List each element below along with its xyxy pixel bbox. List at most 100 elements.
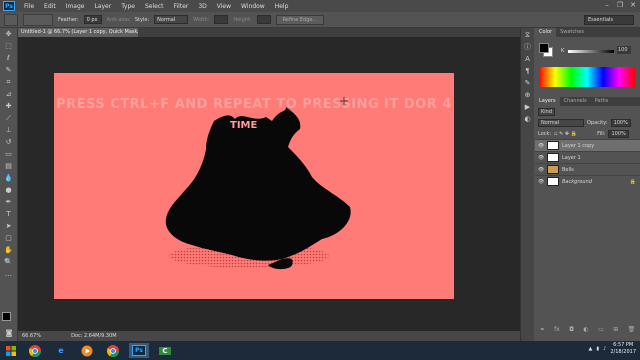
history-panel-icon[interactable]: ⧖	[523, 31, 533, 40]
visibility-eye-icon[interactable]: 👁	[538, 167, 544, 173]
brush-panel-icon[interactable]: ✎	[523, 79, 533, 88]
close-button[interactable]: ✕	[628, 1, 638, 10]
type-tool-icon[interactable]: T	[3, 209, 15, 219]
new-selection-icon[interactable]	[23, 13, 53, 26]
tab-color[interactable]: Color	[535, 28, 557, 37]
visibility-eye-icon[interactable]: 👁	[538, 179, 544, 185]
hand-tool-icon[interactable]: ✋	[3, 245, 15, 255]
camtasia-icon[interactable]: C	[155, 343, 175, 358]
link-icon[interactable]: ⚭	[540, 326, 545, 335]
menu-type[interactable]: Type	[116, 3, 140, 10]
menu-help[interactable]: Help	[270, 3, 294, 10]
layer-row[interactable]: 👁 Layer 1 copy	[535, 139, 640, 151]
folder-icon[interactable]: ▭	[598, 326, 604, 335]
menu-file[interactable]: File	[19, 3, 39, 10]
menu-window[interactable]: Window	[236, 3, 270, 10]
chrome-icon[interactable]	[25, 343, 45, 358]
pen-tool-icon[interactable]: ✒	[3, 197, 15, 207]
photoshop-taskbar-icon[interactable]: Ps	[129, 343, 149, 358]
lock-icons[interactable]: ▫ ✎ ✥ 🔒	[554, 131, 594, 137]
trash-icon[interactable]: 🗑	[628, 326, 636, 335]
quick-select-tool-icon[interactable]: ✎	[3, 65, 15, 75]
path-select-tool-icon[interactable]: ➤	[3, 221, 15, 231]
menu-select[interactable]: Select	[140, 3, 169, 10]
actions-panel-icon[interactable]: ▶	[523, 103, 533, 112]
foreground-color-swatch[interactable]	[2, 312, 11, 321]
document-canvas[interactable]: PRESS CTRL+F AND REPEAT TO PRESSING IT D…	[54, 73, 454, 299]
menu-image[interactable]: Image	[61, 3, 90, 10]
more-tools-icon[interactable]: …	[3, 269, 15, 279]
canvas-area[interactable]: PRESS CTRL+F AND REPEAT TO PRESSING IT D…	[18, 37, 520, 331]
anti-alias-checkbox[interactable]: Anti-alias	[107, 17, 130, 23]
quick-mask-icon[interactable]: ◙	[3, 328, 15, 338]
dodge-tool-icon[interactable]: ●	[3, 185, 15, 195]
adjustment-icon[interactable]: ◐	[583, 326, 588, 335]
layer-filter-select[interactable]: Kind	[538, 107, 556, 116]
refine-edge-button[interactable]: Refine Edge...	[275, 14, 325, 25]
network-icon[interactable]: ▮	[596, 346, 599, 352]
panel-foreground-swatch[interactable]	[539, 43, 549, 53]
menu-filter[interactable]: Filter	[169, 3, 194, 10]
tab-swatches[interactable]: Swatches	[556, 28, 588, 37]
minimize-button[interactable]: –	[602, 1, 612, 10]
fx-icon[interactable]: fx	[554, 326, 560, 335]
paragraph-panel-icon[interactable]: ¶	[523, 67, 533, 76]
marquee-tool-icon[interactable]: ⬚	[3, 41, 15, 51]
healing-tool-icon[interactable]: ✚	[3, 101, 15, 111]
menu-layer[interactable]: Layer	[89, 3, 116, 10]
windows-start-icon[interactable]	[0, 341, 22, 360]
zoom-level[interactable]: 66.67%	[22, 333, 41, 339]
opacity-input[interactable]: 100%	[610, 118, 631, 127]
marquee-tool-preset-icon[interactable]	[4, 13, 18, 26]
clone-stamp-tool-icon[interactable]: ⊥	[3, 125, 15, 135]
layer-row[interactable]: 👁 Background 🔒	[535, 175, 640, 187]
height-input[interactable]	[256, 15, 271, 24]
adjustments-panel-icon[interactable]: ◐	[523, 115, 533, 124]
brush-tool-icon[interactable]: ⟋	[3, 113, 15, 123]
blur-tool-icon[interactable]: 💧	[3, 173, 15, 183]
move-tool-icon[interactable]: ✥	[3, 29, 15, 39]
lasso-tool-icon[interactable]: ℓ	[3, 53, 15, 63]
chrome-secondary-icon[interactable]	[103, 343, 123, 358]
mask-icon[interactable]: ◘	[569, 326, 574, 335]
layer-row[interactable]: 👁 Layer 1	[535, 151, 640, 163]
layer-row[interactable]: 👁 Bells	[535, 163, 640, 175]
clock[interactable]: 6:57 PM 2/18/2017	[610, 342, 636, 356]
tray-arrow-icon[interactable]: ▲	[589, 346, 593, 352]
internet-explorer-icon[interactable]: e	[51, 343, 71, 358]
menu-3d[interactable]: 3D	[193, 3, 211, 10]
width-input[interactable]	[214, 15, 229, 24]
visibility-eye-icon[interactable]: 👁	[538, 143, 544, 149]
eraser-tool-icon[interactable]: ▭	[3, 149, 15, 159]
feather-input[interactable]: 0 px	[83, 15, 102, 24]
k-channel-slider[interactable]	[568, 50, 614, 53]
history-brush-tool-icon[interactable]: ↺	[3, 137, 15, 147]
workspace-select[interactable]: Essentials	[584, 15, 634, 25]
style-select[interactable]: Normal	[154, 15, 189, 24]
gradient-tool-icon[interactable]: ▤	[3, 161, 15, 171]
visibility-eye-icon[interactable]: 👁	[538, 155, 544, 161]
crop-tool-icon[interactable]: ⌗	[3, 77, 15, 87]
document-tab[interactable]: Untitled-1 @ 66.7% (Layer 1 copy, Quick …	[18, 28, 138, 37]
tab-channels[interactable]: Channels	[560, 97, 591, 106]
menu-edit[interactable]: Edit	[39, 3, 61, 10]
maximize-button[interactable]: ❐	[615, 1, 625, 10]
volume-icon[interactable]: ♪	[603, 346, 606, 352]
tab-paths[interactable]: Paths	[591, 97, 613, 106]
properties-panel-icon[interactable]: ⓘ	[523, 43, 533, 52]
right-panels: Color Swatches K 100 Layers Channels Pat…	[535, 28, 640, 341]
tab-layers[interactable]: Layers	[535, 97, 560, 106]
document-size[interactable]: Doc: 2.64M/9.30M	[71, 333, 117, 339]
character-panel-icon[interactable]: A	[523, 55, 533, 64]
fill-input[interactable]: 100%	[608, 129, 629, 138]
k-channel-value[interactable]: 100	[617, 46, 631, 54]
eyedropper-tool-icon[interactable]: ⊿	[3, 89, 15, 99]
zoom-tool-icon[interactable]: 🔍	[3, 257, 15, 267]
shape-tool-icon[interactable]: ▢	[3, 233, 15, 243]
new-layer-icon[interactable]: ⊞	[613, 326, 618, 335]
media-player-icon[interactable]	[77, 343, 97, 358]
menu-view[interactable]: View	[212, 3, 236, 10]
blend-mode-select[interactable]: Normal	[538, 118, 584, 127]
color-spectrum[interactable]	[539, 67, 635, 87]
clone-source-panel-icon[interactable]: ⊕	[523, 91, 533, 100]
